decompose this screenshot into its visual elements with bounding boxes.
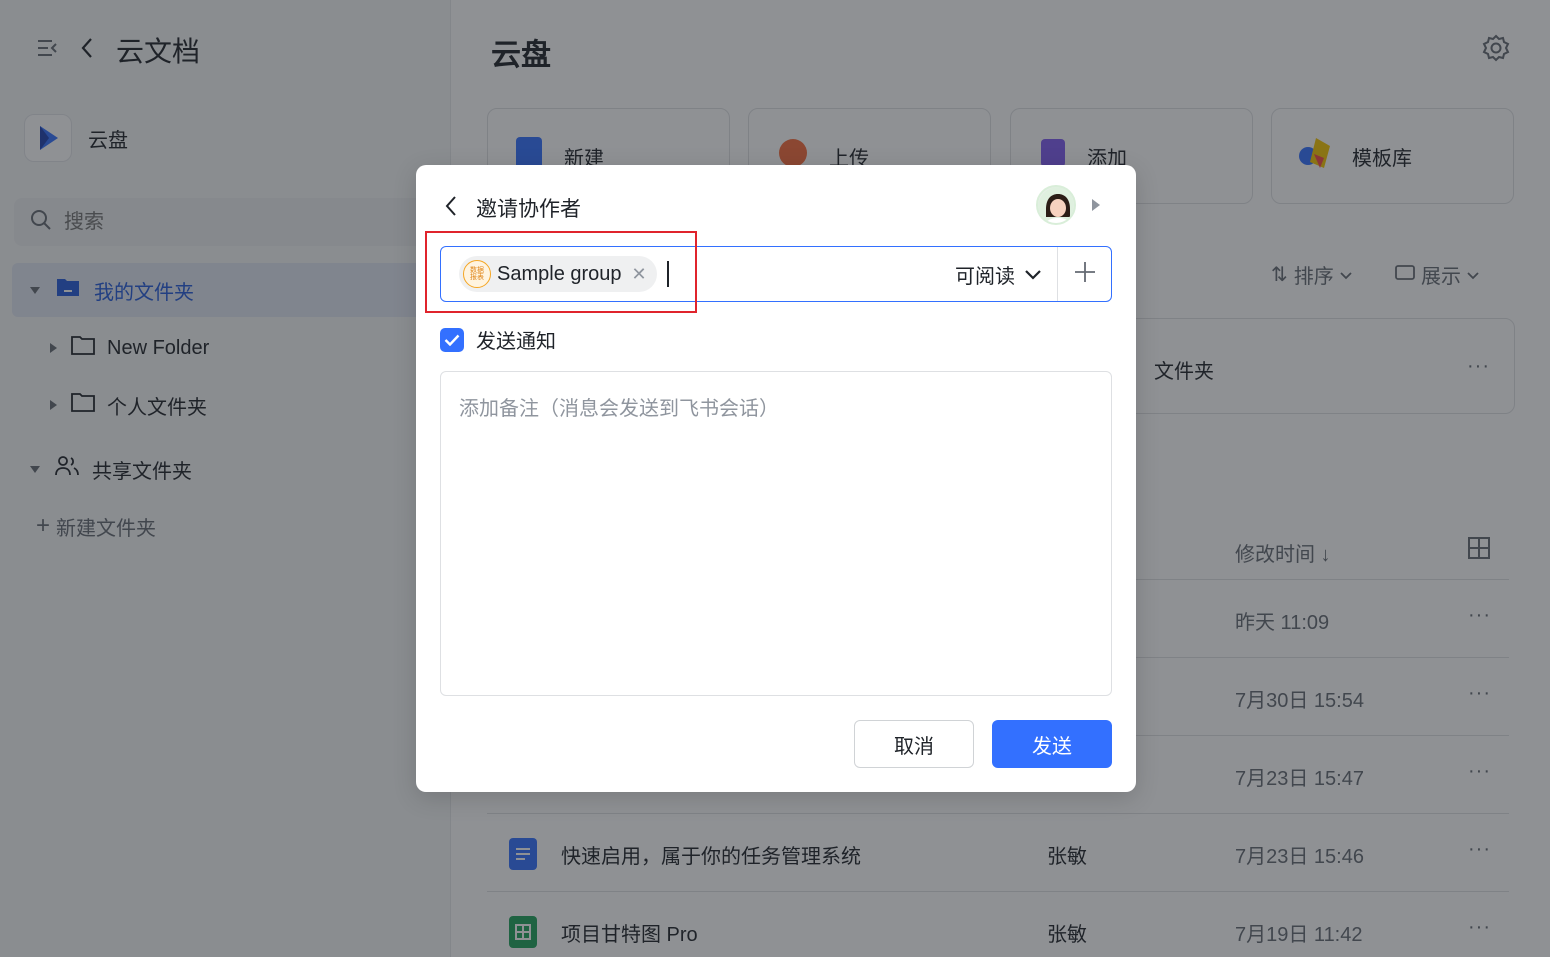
permission-value: 可阅读 xyxy=(955,265,1015,288)
invite-input-box[interactable]: 数据 报表 Sample group ✕ 可阅读 xyxy=(440,246,1112,302)
selected-group-chip[interactable]: 数据 报表 Sample group ✕ xyxy=(459,256,657,292)
send-notification-toggle[interactable]: 发送通知 xyxy=(440,325,556,354)
back-icon[interactable] xyxy=(444,195,458,222)
invite-search-input[interactable] xyxy=(668,254,955,294)
dialog-title: 邀请协作者 xyxy=(476,198,581,221)
permission-dropdown[interactable]: 可阅读 xyxy=(955,260,1057,289)
send-button[interactable]: 发送 xyxy=(992,720,1112,768)
chip-icon-text-2: 报表 xyxy=(470,273,484,281)
add-collaborator-button[interactable] xyxy=(1057,247,1111,301)
close-icon[interactable]: ✕ xyxy=(632,264,647,285)
caret-right-icon[interactable] xyxy=(1092,199,1100,211)
cancel-button[interactable]: 取消 xyxy=(854,720,974,768)
note-textarea[interactable] xyxy=(440,371,1112,696)
invite-collaborator-dialog: 邀请协作者 数据 报表 Sample group ✕ 可阅读 发送通知 添加备注… xyxy=(416,165,1136,792)
avatar[interactable] xyxy=(1036,185,1076,225)
chip-label: Sample group xyxy=(497,262,622,285)
plus-icon xyxy=(1074,261,1096,288)
group-avatar-icon: 数据 报表 xyxy=(463,260,491,288)
notify-label: 发送通知 xyxy=(476,331,556,353)
chevron-down-icon xyxy=(1025,263,1041,286)
checkbox-checked-icon[interactable] xyxy=(440,327,464,352)
